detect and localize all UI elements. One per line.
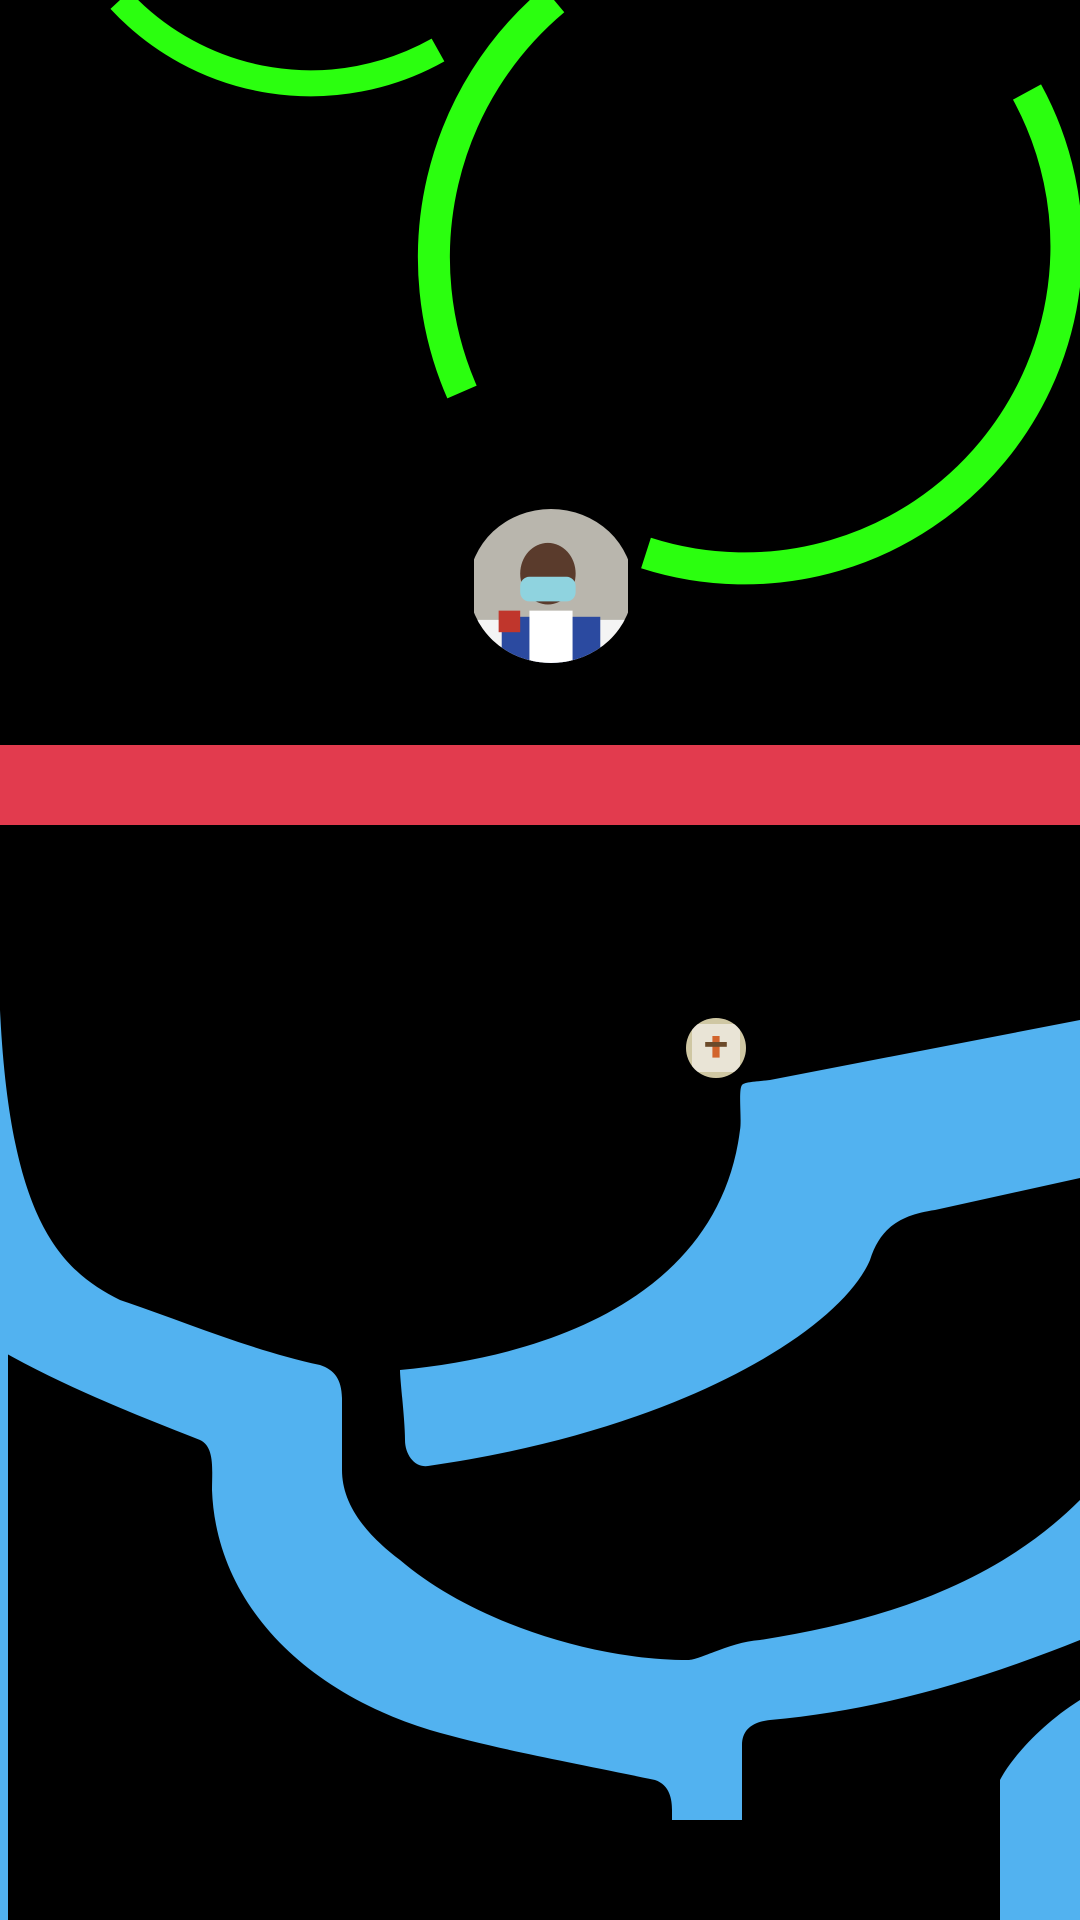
player-avatar: small-figure-photo xyxy=(686,1018,746,1078)
player-track-left-edge xyxy=(0,1340,8,1920)
opponent-avatar: masked-player-photo xyxy=(469,509,633,663)
center-divider xyxy=(0,745,1080,825)
game-board[interactable] xyxy=(0,0,1080,1920)
player-zone xyxy=(0,825,1080,1920)
